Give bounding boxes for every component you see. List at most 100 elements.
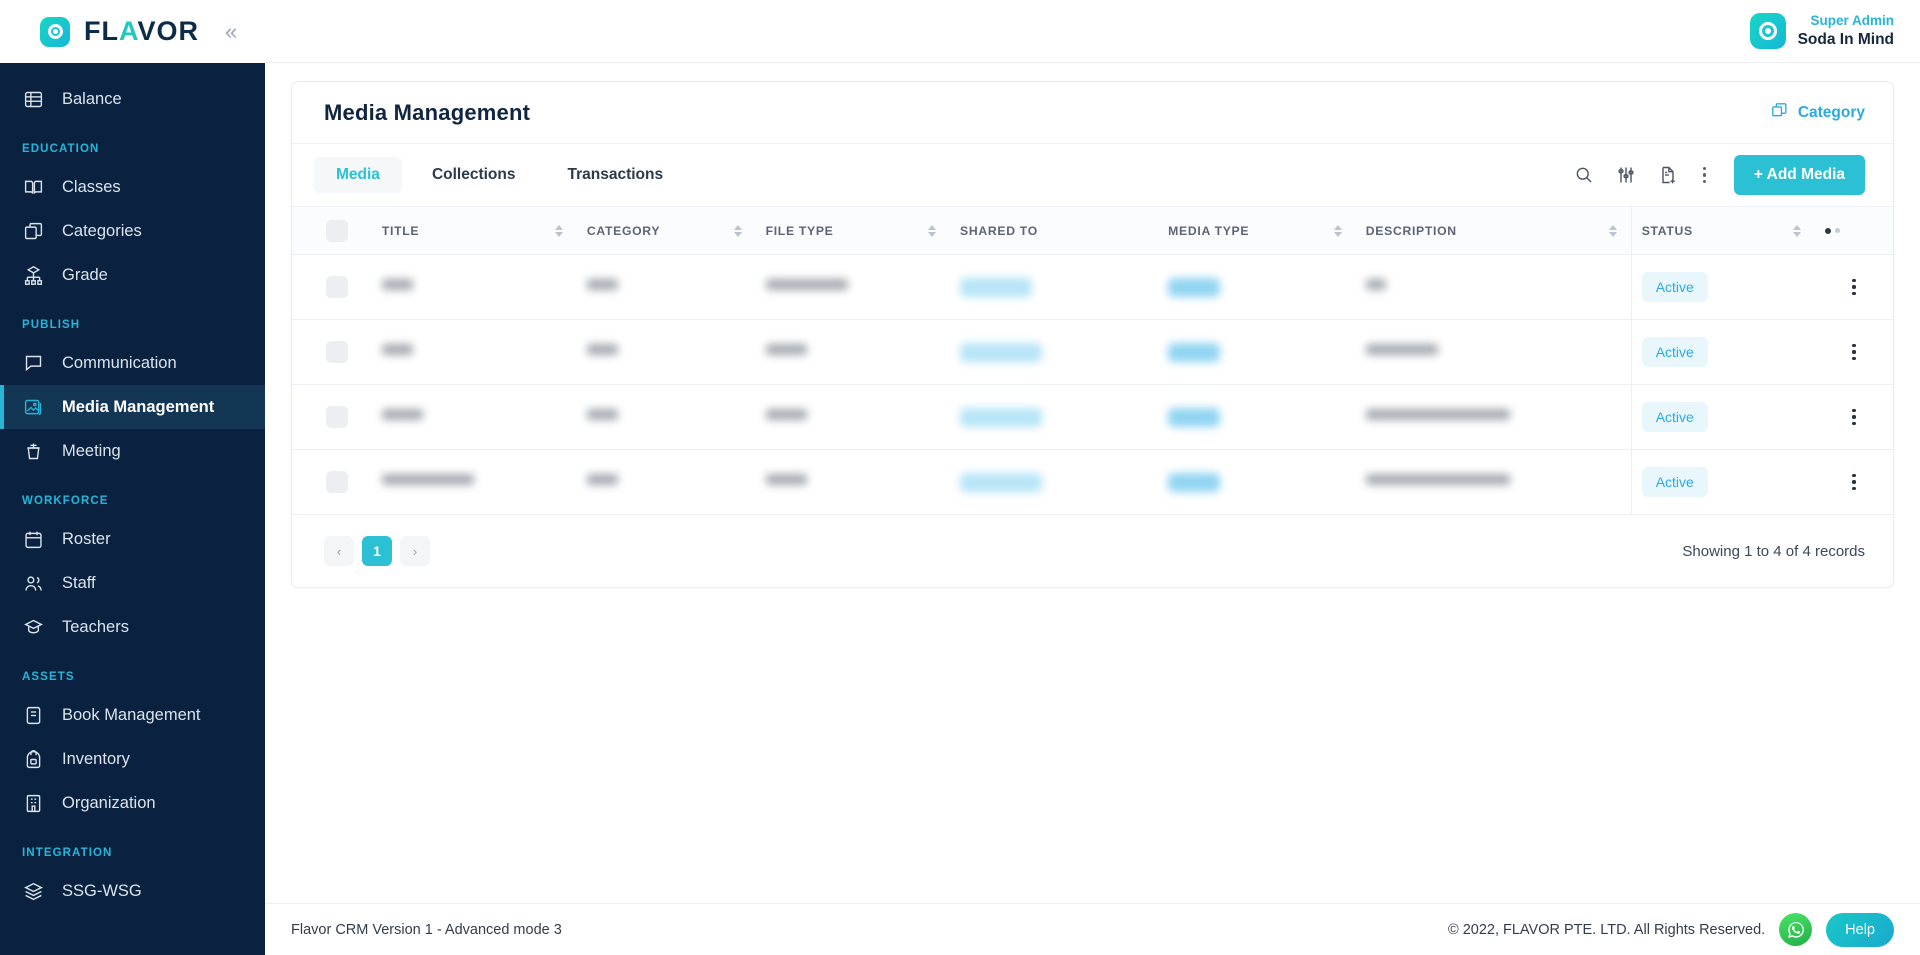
category-button[interactable]: Category: [1770, 101, 1865, 125]
redacted-title: █████████: [381, 474, 475, 485]
sidebar-item-roster[interactable]: Roster: [0, 517, 265, 561]
book-icon: [22, 704, 44, 726]
user-menu[interactable]: Super Admin Soda In Mind: [1749, 13, 1894, 49]
th-file-type: FILE TYPE: [755, 206, 951, 255]
document-add-icon[interactable]: [1657, 164, 1679, 186]
pagination-prev[interactable]: ‹: [324, 536, 354, 566]
help-button[interactable]: Help: [1826, 912, 1894, 947]
table-toolbar: Media Collections Transactions + Add Med…: [292, 144, 1893, 206]
podium-icon: [22, 440, 44, 462]
row-checkbox[interactable]: [326, 276, 348, 298]
page-title: Media Management: [324, 99, 531, 125]
cell-category: ███: [577, 320, 756, 385]
select-all-checkbox[interactable]: [326, 219, 348, 242]
sidebar-collapse-icon[interactable]: «: [225, 20, 237, 43]
row-select-cell: [292, 255, 372, 320]
row-menu-icon[interactable]: [1825, 343, 1883, 361]
th-media-type-label: MEDIA TYPE: [1168, 223, 1250, 238]
th-category-label: CATEGORY: [586, 223, 661, 238]
brand-wordmark: FLAVOR: [84, 16, 200, 46]
sidebar-item-label: Teachers: [62, 617, 129, 636]
table-row[interactable]: █████████ ███ ████ ████████ █████ ██████…: [292, 449, 1893, 515]
cell-category: ███: [577, 385, 756, 450]
table-row[interactable]: ████ ███ ████ ████████ █████ ███████████…: [292, 384, 1893, 450]
table-row[interactable]: ███ ███ ████████ ███████ █████ ██ Active: [292, 254, 1893, 320]
sidebar-item-ssg-wsg[interactable]: SSG-WSG: [0, 869, 265, 913]
tab-media[interactable]: Media: [314, 157, 402, 193]
redacted-description: ██: [1365, 279, 1387, 290]
sidebar-item-book-management[interactable]: Book Management: [0, 693, 265, 737]
row-checkbox[interactable]: [326, 406, 348, 428]
sidebar-item-meeting[interactable]: Meeting: [0, 429, 265, 473]
table-row[interactable]: ███ ███ ████ ████████ █████ ███████ Acti…: [292, 319, 1893, 385]
tab-collections[interactable]: Collections: [410, 157, 538, 193]
category-label: Category: [1797, 103, 1865, 121]
table-body: ███ ███ ████████ ███████ █████ ██ Active…: [292, 254, 1893, 515]
th-title: TITLE: [371, 206, 577, 255]
pagination-next[interactable]: ›: [400, 536, 430, 566]
redacted-file-type: ████: [765, 344, 807, 355]
whatsapp-icon[interactable]: [1779, 913, 1813, 946]
avatar: [1749, 13, 1786, 49]
row-checkbox[interactable]: [326, 341, 348, 363]
sidebar-item-inventory[interactable]: Inventory: [0, 737, 265, 781]
sort-title-icon[interactable]: [554, 224, 563, 237]
redacted-category: ███: [586, 409, 618, 420]
sidebar-section-workforce: WORKFORCE: [22, 495, 109, 507]
image-icon: [22, 396, 44, 418]
sidebar-logo-bar: FLAVOR «: [0, 0, 265, 63]
cell-actions: [1815, 385, 1893, 450]
filter-sliders-icon[interactable]: [1615, 164, 1637, 186]
sort-category-icon[interactable]: [733, 224, 742, 237]
app-root: FLAVOR « Balance EDUCATION Classes Categ…: [0, 0, 1920, 955]
cell-media-type: █████: [1158, 385, 1356, 450]
row-checkbox[interactable]: [326, 471, 348, 493]
cell-description: ███████: [1356, 320, 1631, 385]
add-media-button[interactable]: + Add Media: [1733, 155, 1865, 195]
cell-category: ███: [577, 450, 756, 515]
row-menu-icon[interactable]: [1825, 408, 1883, 426]
redacted-file-type: ████: [765, 409, 807, 420]
cell-media-type: █████: [1158, 320, 1356, 385]
search-icon[interactable]: [1573, 164, 1595, 186]
sort-status-icon[interactable]: [1793, 224, 1802, 237]
hierarchy-icon: [22, 264, 44, 286]
sidebar-item-communication[interactable]: Communication: [0, 341, 265, 385]
stack-icon: [22, 880, 44, 902]
sort-media-type-icon[interactable]: [1333, 224, 1342, 237]
cell-actions: [1815, 450, 1893, 515]
sidebar-item-categories[interactable]: Categories: [0, 209, 265, 253]
sidebar-item-classes[interactable]: Classes: [0, 165, 265, 209]
redacted-media-type: █████: [1168, 407, 1220, 427]
th-shared-to: SHARED TO: [950, 206, 1159, 255]
sidebar-item-balance[interactable]: Balance: [0, 77, 265, 121]
pagination-page-1[interactable]: 1: [362, 536, 392, 566]
redacted-shared-to: ████████: [960, 407, 1043, 427]
sort-file-type-icon[interactable]: [928, 224, 937, 237]
cell-media-type: █████: [1158, 450, 1356, 515]
redacted-title: ████: [381, 409, 423, 420]
sort-description-icon[interactable]: [1608, 224, 1617, 237]
cell-description: ██████████████: [1356, 385, 1631, 450]
graduation-cap-icon: [22, 616, 44, 638]
sidebar-section-assets: ASSETS: [22, 671, 75, 683]
redacted-description: ██████████████: [1365, 474, 1510, 485]
cell-status: Active: [1630, 449, 1816, 515]
redacted-media-type: █████: [1168, 277, 1220, 297]
tab-transactions[interactable]: Transactions: [545, 157, 685, 193]
sidebar-item-grade[interactable]: Grade: [0, 253, 265, 297]
row-menu-icon[interactable]: [1825, 473, 1883, 491]
row-menu-icon[interactable]: [1825, 278, 1883, 296]
status-badge: Active: [1641, 467, 1708, 497]
sidebar-item-label: Inventory: [62, 749, 130, 768]
sidebar-item-staff[interactable]: Staff: [0, 561, 265, 605]
kebab-menu-icon[interactable]: [1699, 167, 1710, 183]
sidebar-item-organization[interactable]: Organization: [0, 781, 265, 825]
sidebar-section-education: EDUCATION: [22, 143, 100, 155]
redacted-media-type: █████: [1168, 342, 1220, 362]
sidebar-item-teachers[interactable]: Teachers: [0, 605, 265, 649]
cell-file-type: ████: [756, 385, 950, 450]
sidebar-item-media-management[interactable]: Media Management: [0, 385, 265, 429]
column-options-icon[interactable]: [1825, 227, 1883, 234]
sidebar-item-label: SSG-WSG: [62, 881, 142, 900]
